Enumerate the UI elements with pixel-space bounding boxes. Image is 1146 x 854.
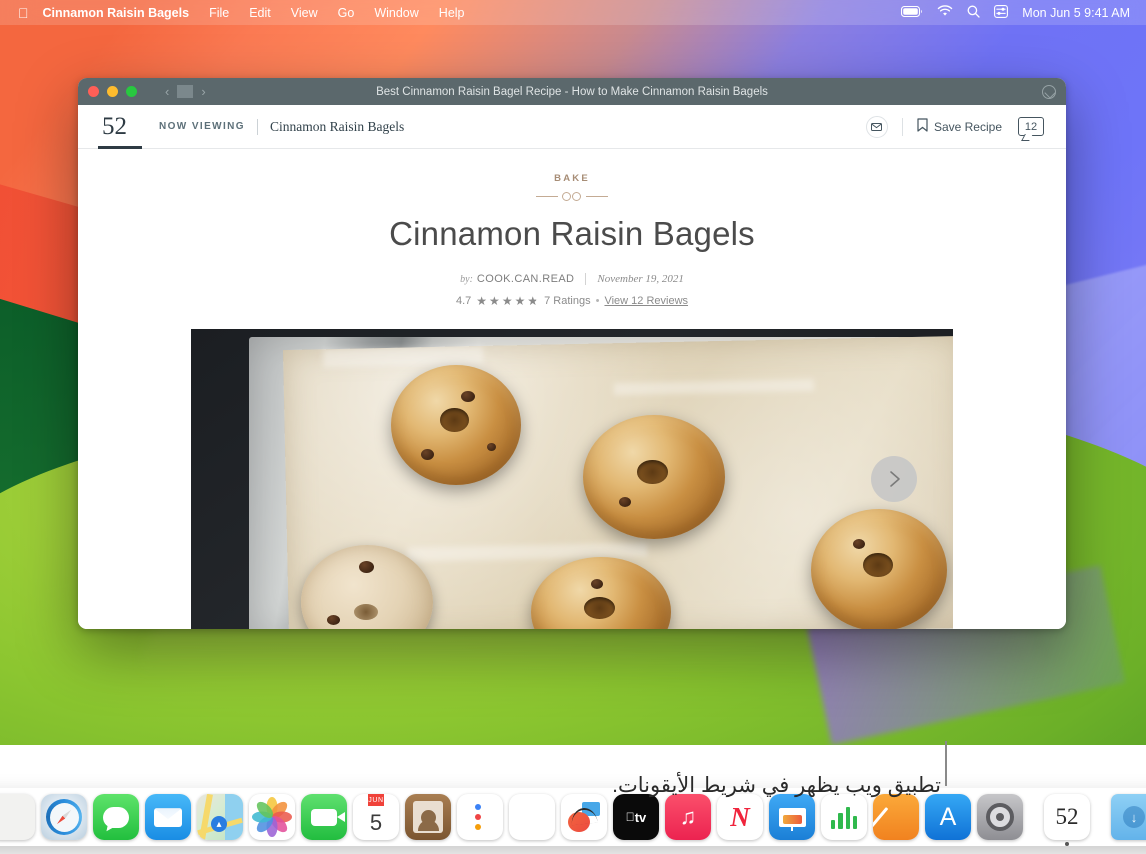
menu-item-view[interactable]: View	[291, 6, 318, 20]
ratings-row: 4.7 ★ ★ ★ ★ ★ ★ 7 Ratings • View 12 Reviews	[78, 295, 1066, 307]
byline-author[interactable]: COOK.CAN.READ	[477, 273, 575, 285]
dock-item-safari[interactable]	[41, 794, 87, 840]
byline-date: November 19, 2021	[597, 273, 684, 285]
menu-bar-status-area: Mon Jun 5 9:41 AM	[901, 4, 1136, 21]
dock-item-downloads[interactable]: ↓	[1111, 794, 1146, 840]
byline: by: COOK.CAN.READ November 19, 2021	[78, 273, 1066, 285]
recipe-photo[interactable]	[191, 329, 953, 629]
now-viewing-label: NOW VIEWING	[159, 121, 245, 132]
comment-bubble-icon[interactable]: 12	[1018, 117, 1044, 136]
menu-item-edit[interactable]: Edit	[249, 6, 271, 20]
dock-item-reminders[interactable]	[457, 794, 503, 840]
safari-compass-icon[interactable]	[1042, 84, 1056, 99]
site-logo[interactable]: 52	[100, 114, 133, 139]
dock-item-settings[interactable]	[977, 794, 1023, 840]
back-button[interactable]: ‹	[157, 84, 177, 99]
reminders-icon	[457, 794, 503, 840]
byline-divider	[585, 273, 587, 285]
window-title: Best Cinnamon Raisin Bagel Recipe - How …	[376, 85, 768, 98]
dock-divider-2	[1100, 798, 1101, 840]
breadcrumb: Cinnamon Raisin Bagels	[269, 118, 405, 134]
menu-item-file[interactable]: File	[209, 6, 229, 20]
bagel-3	[811, 509, 947, 629]
dock-item-launchpad[interactable]	[0, 794, 35, 840]
menu-item-go[interactable]: Go	[338, 6, 355, 20]
rating-value: 4.7	[455, 295, 472, 307]
comment-count: 12	[1024, 120, 1038, 133]
article-kicker: BAKE	[554, 173, 590, 184]
bookmark-icon	[917, 118, 928, 135]
screen:  Cinnamon Raisin Bagels File Edit View …	[0, 0, 1146, 854]
byline-label: by:	[460, 273, 473, 285]
site-header-actions: Save Recipe 12	[865, 115, 1044, 138]
close-button[interactable]	[88, 86, 99, 97]
control-center-icon[interactable]	[994, 4, 1009, 21]
save-recipe-label: Save Recipe	[933, 119, 1002, 134]
callout-caption: تطبيق ويب يظهر في شريط الأيقونات.	[612, 774, 941, 797]
title-bar-right	[1042, 84, 1056, 99]
ornament-divider-icon	[536, 191, 608, 201]
maps-icon: ▴	[197, 794, 243, 840]
running-indicator	[1065, 842, 1069, 846]
dock-item-contacts[interactable]	[405, 794, 451, 840]
save-recipe-button[interactable]: Save Recipe	[917, 118, 1002, 135]
star-rating-icon[interactable]: ★ ★ ★ ★ ★ ★	[476, 295, 539, 307]
dock-item-maps[interactable]: ▴	[197, 794, 243, 840]
system-settings-icon	[977, 794, 1023, 840]
browser-window: ‹ › Best Cinnamon Raisin Bagel Recipe - …	[78, 78, 1066, 629]
next-photo-button[interactable]	[871, 456, 917, 502]
window-title-bar: ‹ › Best Cinnamon Raisin Bagel Recipe - …	[78, 78, 1066, 105]
ratings-count: 7 Ratings	[544, 295, 591, 307]
menu-bar:  Cinnamon Raisin Bagels File Edit View …	[0, 0, 1146, 25]
menu-bar-clock[interactable]: Mon Jun 5 9:41 AM	[1022, 6, 1130, 20]
traffic-lights	[88, 86, 137, 97]
nav-divider	[177, 85, 194, 98]
calendar-month: JUN	[368, 794, 384, 806]
dock-item-photos[interactable]	[249, 794, 295, 840]
battery-icon[interactable]	[901, 5, 923, 20]
safari-icon	[41, 794, 87, 840]
facetime-icon	[301, 794, 347, 840]
messages-icon	[93, 794, 139, 840]
dock-item-facetime[interactable]	[301, 794, 347, 840]
calendar-icon: JUN 5	[353, 794, 399, 840]
zoom-button[interactable]	[126, 86, 137, 97]
apple-logo-icon[interactable]: 	[18, 6, 29, 20]
forward-button[interactable]: ›	[193, 84, 213, 99]
dock-item-mail[interactable]	[145, 794, 191, 840]
dock-item-calendar[interactable]: JUN 5	[353, 794, 399, 840]
minimize-button[interactable]	[107, 86, 118, 97]
logo-underline	[98, 146, 142, 149]
dock-divider-1	[1033, 798, 1034, 840]
article-body: BAKE Cinnamon Raisin Bagels by: COOK.CAN…	[78, 149, 1066, 629]
dock-item-messages[interactable]	[93, 794, 139, 840]
site-header: 52 NOW VIEWING Cinnamon Raisin Bagels Sa…	[78, 105, 1066, 149]
dock-item-webapp-52[interactable]: 52	[1044, 794, 1090, 846]
search-icon[interactable]	[967, 5, 980, 21]
wifi-icon[interactable]	[937, 5, 953, 20]
webapp-52-icon: 52	[1044, 794, 1090, 840]
menu-item-help[interactable]: Help	[439, 6, 465, 20]
bagel-2	[583, 415, 725, 539]
view-reviews-link[interactable]: View 12 Reviews	[604, 295, 688, 307]
header-action-divider	[901, 117, 903, 136]
header-divider	[256, 118, 258, 135]
menu-item-window[interactable]: Window	[374, 6, 418, 20]
callout-leader-line	[945, 741, 947, 786]
downloads-folder-icon: ↓	[1111, 794, 1146, 840]
menu-app-name[interactable]: Cinnamon Raisin Bagels	[43, 6, 190, 20]
launchpad-icon	[0, 794, 35, 840]
mail-icon	[145, 794, 191, 840]
envelope-icon[interactable]	[865, 115, 888, 138]
bagel-1	[391, 365, 521, 485]
contacts-icon	[405, 794, 451, 840]
calendar-day: 5	[369, 810, 383, 835]
ratings-separator: •	[595, 295, 600, 307]
navigation-arrows: ‹ ›	[157, 84, 214, 99]
page-title: Cinnamon Raisin Bagels	[389, 215, 755, 252]
photos-icon	[249, 794, 295, 840]
